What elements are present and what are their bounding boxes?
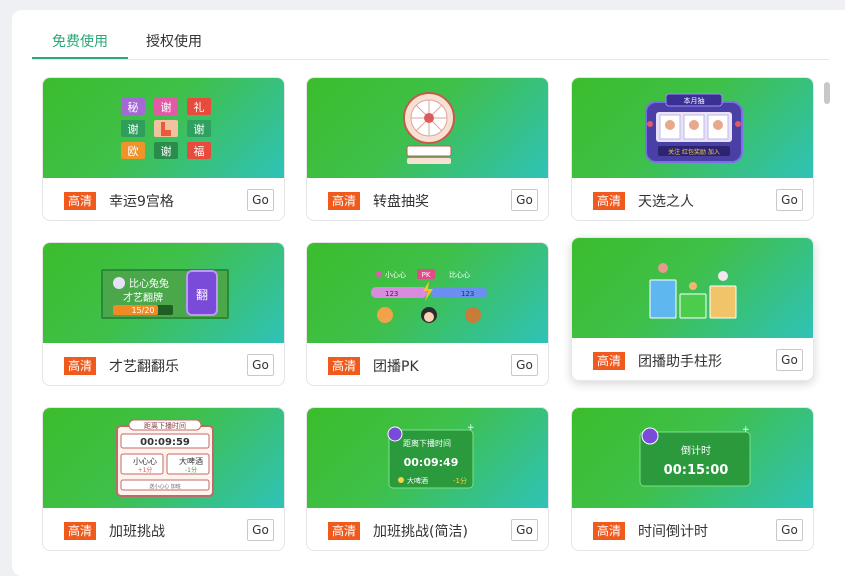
hd-badge: 高清	[64, 522, 97, 540]
hd-badge: 高清	[64, 192, 97, 210]
grid-char: 谢	[194, 122, 205, 136]
template-card[interactable]: 高清 团播助手柱形 Go	[571, 237, 814, 381]
template-card[interactable]: 比心兔兔 才艺翻牌 15/20 翻 高清 才艺翻翻乐 Go	[42, 242, 285, 386]
flip-glyph: 翻	[196, 288, 208, 302]
card-title: 幸运9宫格	[109, 194, 174, 210]
card-thumbnail: 倒计时 00:15:00 +	[572, 408, 813, 508]
card-title: 时间倒计时	[638, 524, 708, 540]
overtime-item2-sub: -1分	[185, 466, 197, 474]
hd-badge: 高清	[328, 192, 361, 210]
pk-right-tag: 比心心	[449, 270, 470, 279]
flip-line1: 比心兔兔	[129, 277, 169, 290]
card-thumbnail: 秘 谢 礼 谢 谢 欧 谢 福	[43, 78, 284, 178]
active-tab-indicator	[32, 57, 128, 59]
pk-mid-tag: PK	[422, 271, 431, 279]
card-title: 转盘抽奖	[373, 194, 429, 210]
go-button[interactable]: Go	[511, 189, 538, 211]
card-thumbnail: 比心兔兔 才艺翻牌 15/20 翻	[43, 243, 284, 343]
overtime-item1-sub: +1分	[138, 466, 153, 474]
template-card[interactable]: 倒计时 00:15:00 + 高清 时间倒计时 Go	[571, 407, 814, 551]
simple-item: 大啤酒	[407, 476, 428, 485]
countdown-header: 倒计时	[681, 444, 711, 457]
flip-line2: 才艺翻牌	[123, 291, 163, 304]
template-card[interactable]: 高清 转盘抽奖 Go	[306, 77, 549, 221]
pk-left-score: 123	[385, 290, 398, 298]
go-button[interactable]: Go	[247, 519, 274, 541]
go-button[interactable]: Go	[776, 189, 803, 211]
card-thumbnail: 本月抽 关注 红包奖励 加入	[572, 78, 813, 178]
card-title: 加班挑战(简洁)	[373, 524, 468, 540]
svg-text:+: +	[467, 424, 475, 433]
go-button[interactable]: Go	[776, 519, 803, 541]
template-card[interactable]: 本月抽 关注 红包奖励 加入 高清 天选之人 Go	[571, 77, 814, 221]
tab-free[interactable]: 免费使用	[52, 31, 108, 51]
card-thumbnail	[307, 78, 548, 178]
grid-char: 秘	[128, 100, 139, 114]
overtime-illustration: 距离下播时间 00:09:59 小心心 +1分 大啤酒 -1分 送小心心 加班	[116, 419, 214, 497]
template-card[interactable]: 距离下播时间 00:09:59 小心心 +1分 大啤酒 -1分 送小心心 加班 …	[42, 407, 285, 551]
card-thumbnail: 小心心 PK 比心心 123 123	[307, 243, 548, 343]
nine-grid-illustration: 秘 谢 礼 谢 谢 欧 谢 福	[121, 98, 211, 159]
template-card[interactable]: 距离下播时间 00:09:49 大啤酒 -1分 + 高清 加班挑战(简洁) Go	[306, 407, 549, 551]
flip-progress: 15/20	[131, 306, 154, 315]
slot-banner: 本月抽	[684, 96, 705, 105]
wheel-illustration	[403, 92, 455, 164]
grid-char: 福	[194, 144, 205, 158]
grid-char: 欧	[128, 145, 139, 158]
overtime-item1: 小心心	[133, 457, 157, 466]
overtime-header: 距离下播时间	[144, 421, 186, 430]
template-panel: 免费使用 授权使用 秘 谢 礼 谢 谢 欧 谢 福 高清 幸运9宫格 Go 高清…	[12, 10, 845, 576]
flip-card-illustration: 比心兔兔 才艺翻牌 15/20 翻	[101, 269, 229, 319]
hd-badge: 高清	[593, 352, 626, 370]
overtime-time: 00:09:59	[140, 437, 190, 448]
template-card[interactable]: 秘 谢 礼 谢 谢 欧 谢 福 高清 幸运9宫格 Go	[42, 77, 285, 221]
go-button[interactable]: Go	[247, 189, 274, 211]
card-title: 加班挑战	[109, 524, 165, 540]
hd-badge: 高清	[593, 192, 626, 210]
overtime-simple-illustration: 距离下播时间 00:09:49 大啤酒 -1分 +	[387, 424, 475, 489]
simple-header: 距离下播时间	[403, 438, 451, 448]
tab-bar: 免费使用 授权使用	[32, 10, 829, 60]
scrollbar-thumb[interactable]	[824, 82, 830, 104]
simple-time: 00:09:49	[404, 456, 459, 469]
grid-char: 礼	[194, 100, 205, 114]
svg-text:+: +	[742, 425, 750, 435]
slot-footer: 关注 红包奖励 加入	[668, 148, 720, 156]
card-title: 团播PK	[373, 359, 419, 375]
card-title: 团播助手柱形	[638, 354, 722, 370]
bar-column-illustration	[649, 263, 737, 319]
tab-licensed[interactable]: 授权使用	[146, 31, 202, 51]
template-card[interactable]: 小心心 PK 比心心 123 123 高清 团播PK Go	[306, 242, 549, 386]
hd-badge: 高清	[328, 522, 361, 540]
hd-badge: 高清	[64, 357, 97, 375]
card-thumbnail: 距离下播时间 00:09:59 小心心 +1分 大啤酒 -1分 送小心心 加班	[43, 408, 284, 508]
go-button[interactable]: Go	[511, 519, 538, 541]
go-button[interactable]: Go	[247, 354, 274, 376]
card-title: 才艺翻翻乐	[109, 359, 179, 375]
countdown-time: 00:15:00	[664, 463, 729, 478]
card-thumbnail	[572, 238, 813, 338]
grid-char: 谢	[161, 144, 172, 158]
hd-badge: 高清	[593, 522, 626, 540]
countdown-illustration: 倒计时 00:15:00 +	[639, 425, 751, 487]
grid-char: 谢	[128, 122, 139, 136]
pk-left-tag: 小心心	[385, 270, 406, 279]
grid-char: 谢	[161, 100, 172, 114]
card-title: 天选之人	[638, 194, 694, 210]
overtime-footer: 送小心心 加班	[149, 483, 181, 490]
hd-badge: 高清	[328, 357, 361, 375]
simple-delta: -1分	[453, 476, 467, 485]
card-thumbnail: 距离下播时间 00:09:49 大啤酒 -1分 +	[307, 408, 548, 508]
pk-illustration: 小心心 PK 比心心 123 123	[371, 269, 487, 323]
pk-right-score: 123	[461, 290, 474, 298]
overtime-item2: 大啤酒	[179, 456, 203, 466]
go-button[interactable]: Go	[511, 354, 538, 376]
slot-machine-illustration: 本月抽 关注 红包奖励 加入	[645, 93, 743, 163]
go-button[interactable]: Go	[776, 349, 803, 371]
